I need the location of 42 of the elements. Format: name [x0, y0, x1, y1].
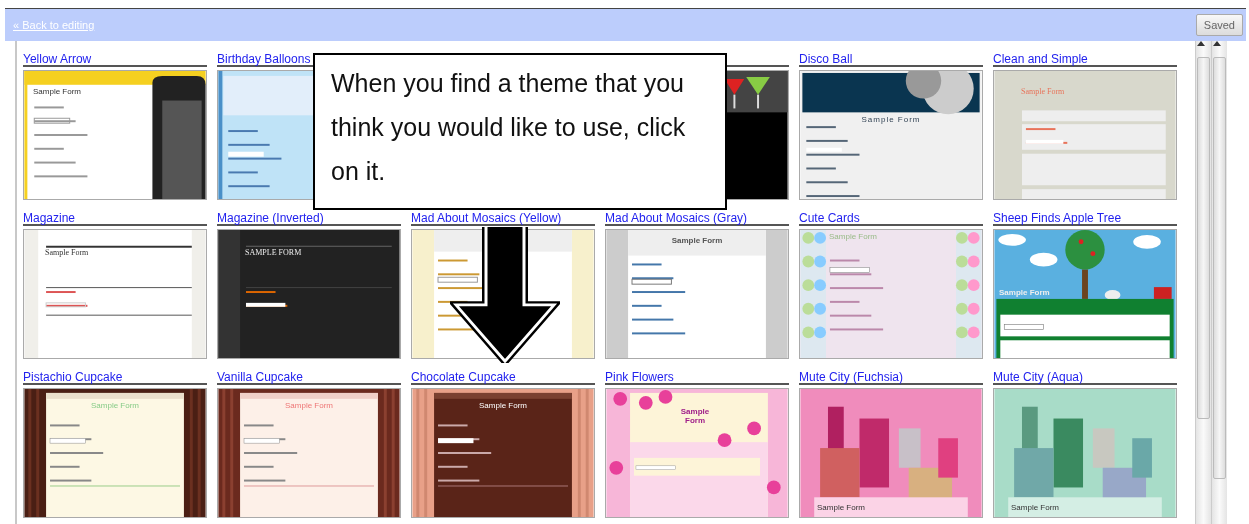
theme-link[interactable]: Clean and Simple: [993, 52, 1088, 66]
scrollbar[interactable]: [1195, 41, 1211, 524]
theme-preview-drawing[interactable]: [217, 388, 401, 518]
theme-link[interactable]: Sheep Finds Apple Tree: [993, 211, 1122, 225]
preview-title: SAMPLE FORM: [245, 249, 302, 258]
preview-title: Sample Form: [1011, 504, 1059, 513]
theme-link[interactable]: Mad About Mosaics (Yellow): [411, 211, 562, 225]
theme-link[interactable]: Mad About Mosaics (Gray): [605, 211, 748, 225]
theme-preview-drawing[interactable]: [23, 70, 207, 200]
callout-tooltip: When you find a theme that you think you would like to use, click on it.: [313, 53, 727, 210]
preview-title: Sample Form: [679, 408, 711, 426]
scrollbar-thumb[interactable]: [1197, 57, 1210, 419]
theme-link[interactable]: Magazine: [23, 211, 76, 225]
theme-link[interactable]: Disco Ball: [799, 52, 853, 66]
preview-title: Sample Form: [829, 233, 877, 242]
preview-title: Sample Form: [817, 504, 865, 513]
theme-link[interactable]: Birthday Balloons: [217, 52, 311, 66]
theme-link[interactable]: Mute City (Fuchsia): [799, 370, 904, 384]
theme-link[interactable]: Yellow Arrow: [23, 52, 92, 66]
theme-link[interactable]: Cute Cards: [799, 211, 860, 225]
preview-title: Sample Form: [860, 116, 922, 125]
theme-link[interactable]: Mute City (Aqua): [993, 370, 1084, 384]
preview-title: Sample Form: [45, 249, 89, 258]
theme-link[interactable]: Chocolate Cupcake: [411, 370, 516, 384]
theme-link[interactable]: Pistachio Cupcake: [23, 370, 123, 384]
preview-title: Sample Form: [33, 88, 81, 97]
saved-button[interactable]: Saved: [1195, 14, 1243, 36]
preview-title: Sample Form: [1021, 88, 1065, 97]
preview-title: Sample Form: [90, 402, 140, 411]
theme-link[interactable]: Magazine (Inverted): [217, 211, 324, 225]
scrollbar[interactable]: [1211, 41, 1227, 524]
preview-title: Sample Form: [999, 289, 1050, 298]
theme-preview-drawing[interactable]: [23, 388, 207, 518]
preview-title: Sample Form: [284, 402, 334, 411]
preview-title: Sample Form: [478, 402, 528, 411]
theme-link[interactable]: Pink Flowers: [605, 370, 674, 384]
theme-preview-drawing[interactable]: [217, 229, 401, 359]
theme-preview-drawing[interactable]: [411, 388, 595, 518]
theme-link[interactable]: Vanilla Cupcake: [217, 370, 303, 384]
theme-preview-drawing[interactable]: [799, 70, 983, 200]
scrollbar-thumb[interactable]: [1213, 57, 1226, 479]
preview-title: Sample Form: [670, 237, 724, 246]
